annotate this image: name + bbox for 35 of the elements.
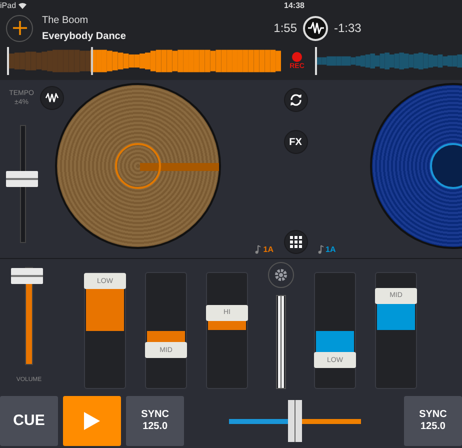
clock-time: 14:38 [284,1,304,10]
music-note-icon [255,245,262,254]
play-button[interactable] [63,396,122,446]
cue-button[interactable]: CUE [0,396,58,446]
wifi-icon [18,2,28,8]
device-label: iPad [0,0,16,10]
track-title: Everybody Dance [42,30,127,42]
sync-button[interactable]: SYNC 125.0 [404,396,462,446]
plus-icon [12,20,28,36]
add-track-button[interactable] [6,14,33,42]
sync-button[interactable]: SYNC 125.0 [126,396,184,446]
crossfader-thumb[interactable] [288,400,302,442]
grid-icon [290,236,302,248]
waveform-logo-button[interactable] [303,16,328,40]
settings-icon [273,267,289,283]
wave-icon [306,22,324,34]
key-label: 1A [326,245,336,254]
loop-button[interactable] [284,88,308,112]
loop-icon [288,93,302,107]
play-icon [83,410,102,430]
pads-button[interactable] [284,230,308,254]
elapsed-time: 1:55 [272,21,297,35]
waveform-button[interactable] [40,86,64,110]
platter-center-ring [115,143,161,189]
track-artist: The Boom [42,14,90,26]
remaining-time: -1:33 [334,21,362,35]
tempo-slider-thumb[interactable] [6,171,38,187]
settings-button[interactable] [268,262,294,288]
fx-button[interactable]: FX [284,130,308,154]
playhead[interactable] [90,47,93,75]
record-dot-icon [292,52,302,62]
wave-icon [44,93,59,103]
music-note-icon [318,245,324,254]
volume-fader-thumb[interactable] [11,268,43,284]
key-label: 1A [263,245,274,254]
